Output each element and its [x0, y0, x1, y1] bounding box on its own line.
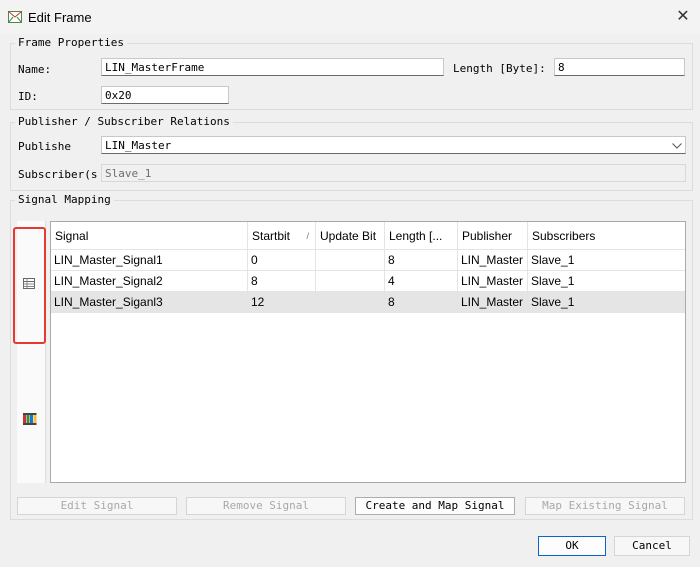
column-header-update-bit[interactable]: Update Bit — [316, 222, 385, 250]
table-cell: LIN_Master_Siganl3 — [51, 292, 248, 312]
subscriber-field: Slave_1 — [101, 164, 686, 182]
column-header-length[interactable]: Length [... — [385, 222, 458, 250]
length-field[interactable]: 8 — [554, 58, 685, 76]
table-cell: Slave_1 — [531, 253, 575, 267]
cancel-button[interactable]: Cancel — [614, 536, 690, 556]
table-cell: 8 — [385, 250, 458, 270]
frame-properties-title: Frame Properties — [15, 36, 127, 49]
table-cell: 12 — [248, 292, 316, 312]
table-cell: LIN_Master_Signal1 — [51, 250, 248, 270]
table-cell: 8 — [248, 271, 316, 291]
table-cell — [316, 271, 385, 291]
close-icon[interactable]: ✕ — [672, 6, 694, 28]
edit-signal-button[interactable]: Edit Signal — [17, 497, 177, 515]
name-label: Name: — [18, 63, 52, 76]
sort-indicator-icon: / — [306, 231, 309, 241]
name-field[interactable]: LIN_MasterFrame — [101, 58, 444, 76]
table-cell: LIN_Master — [458, 292, 528, 312]
table-row[interactable]: LIN_Master_Signal2 8 4 LIN_Master Slave_… — [51, 271, 685, 292]
color-bars-icon[interactable] — [23, 413, 37, 425]
publisher-select-value: LIN_Master — [105, 139, 172, 152]
table-cell: LIN_Master_Signal2 — [51, 271, 248, 291]
id-field[interactable]: 0x20 — [101, 86, 229, 104]
envelope-icon — [8, 11, 22, 23]
table-cell: LIN_Master — [458, 271, 528, 291]
column-header-signal[interactable]: Signal — [51, 222, 248, 250]
ok-button[interactable]: OK — [538, 536, 606, 556]
signal-table[interactable]: Signal Startbit / Update Bit Length [...… — [50, 221, 686, 483]
table-cell: Slave_1 — [531, 295, 575, 309]
length-label: Length [Byte]: — [453, 62, 546, 75]
create-and-map-signal-button[interactable]: Create and Map Signal — [355, 497, 515, 515]
title-bar — [0, 0, 700, 34]
table-cell: 0 — [248, 250, 316, 270]
id-label: ID: — [18, 90, 38, 103]
table-cell: LIN_Master — [458, 250, 528, 270]
remove-signal-button[interactable]: Remove Signal — [186, 497, 346, 515]
column-header-publisher[interactable]: Publisher — [458, 222, 528, 250]
column-header-subscribers[interactable]: Subscribers — [528, 222, 685, 250]
table-cell — [316, 250, 385, 270]
table-row-selected[interactable]: LIN_Master_Siganl3 12 8 LIN_Master Slave… — [51, 292, 685, 313]
signal-mapping-title: Signal Mapping — [15, 193, 114, 206]
table-cell — [316, 292, 385, 312]
publisher-select[interactable]: LIN_Master — [101, 136, 686, 154]
table-cell: Slave_1 — [531, 274, 575, 288]
column-header-startbit[interactable]: Startbit / — [248, 222, 316, 250]
table-view-icon[interactable] — [23, 278, 35, 289]
map-existing-signal-button[interactable]: Map Existing Signal — [525, 497, 685, 515]
subscriber-label: Subscriber(s — [18, 168, 98, 181]
table-cell: 4 — [385, 271, 458, 291]
table-row[interactable]: LIN_Master_Signal1 0 8 LIN_Master Slave_… — [51, 250, 685, 271]
table-cell: 8 — [385, 292, 458, 312]
chevron-down-icon[interactable] — [672, 143, 682, 149]
column-header-startbit-label: Startbit — [252, 229, 291, 243]
window-title: Edit Frame — [28, 10, 92, 25]
publisher-label: Publishe — [18, 140, 71, 153]
relations-title: Publisher / Subscriber Relations — [15, 115, 233, 128]
